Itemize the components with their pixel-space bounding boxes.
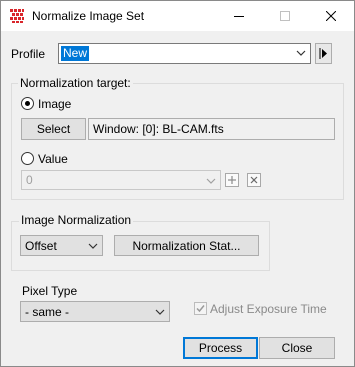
normalization-method-value: Offset: [25, 238, 57, 253]
play-arrow-icon: [319, 48, 327, 59]
value-radio[interactable]: [21, 152, 34, 165]
chevron-down-icon: [206, 178, 216, 184]
close-icon: [326, 11, 336, 21]
process-button[interactable]: Process: [183, 337, 258, 359]
select-button[interactable]: Select: [21, 118, 86, 140]
value-combobox[interactable]: 0: [21, 170, 221, 190]
chevron-down-icon: [155, 309, 165, 315]
pixel-type-dropdown[interactable]: - same -: [20, 301, 170, 322]
profile-value[interactable]: New: [61, 46, 90, 61]
dialog-window: Normalize Image Set Profile New Normaliz…: [0, 0, 355, 367]
image-radio-label[interactable]: Image: [38, 97, 71, 111]
window-source-field: Window: [0]: BL-CAM.fts: [88, 118, 335, 140]
image-normalization-label: Image Normalization: [19, 213, 134, 227]
chevron-down-icon: [296, 50, 306, 56]
plus-icon: [228, 176, 236, 184]
checkmark-icon: [196, 305, 205, 313]
close-button[interactable]: Close: [259, 337, 335, 359]
remove-value-button[interactable]: [247, 173, 261, 187]
minimize-button[interactable]: [216, 1, 262, 31]
title-bar[interactable]: Normalize Image Set: [1, 1, 354, 31]
pixel-type-label: Pixel Type: [22, 284, 78, 298]
app-logo-icon: [9, 8, 25, 24]
profile-combobox[interactable]: New: [58, 43, 311, 64]
adjust-exposure-label[interactable]: Adjust Exposure Time: [210, 302, 327, 316]
minimize-icon: [234, 16, 244, 17]
window-title: Normalize Image Set: [32, 9, 145, 23]
maximize-icon: [280, 11, 290, 21]
maximize-button[interactable]: [262, 1, 308, 31]
normalization-stats-button[interactable]: Normalization Stat...: [114, 235, 259, 256]
select-button-label: Select: [36, 122, 71, 136]
pixel-type-value: - same -: [25, 304, 70, 319]
process-button-label: Process: [198, 341, 243, 355]
close-icon: [250, 176, 258, 184]
normalization-stats-label: Normalization Stat...: [132, 238, 241, 253]
profile-label: Profile: [11, 47, 46, 61]
normalization-method-dropdown[interactable]: Offset: [20, 235, 103, 256]
adjust-exposure-checkbox[interactable]: [194, 302, 207, 315]
image-radio[interactable]: [21, 97, 34, 110]
value-field-text: 0: [26, 173, 33, 187]
value-radio-label[interactable]: Value: [38, 152, 68, 166]
window-source-text: Window: [0]: BL-CAM.fts: [93, 122, 224, 136]
normalization-target-label: Normalization target:: [18, 76, 133, 90]
add-value-button[interactable]: [225, 173, 239, 187]
close-button-label: Close: [281, 341, 313, 355]
chevron-down-icon: [88, 243, 98, 249]
profile-menu-button[interactable]: [315, 43, 332, 64]
close-window-button[interactable]: [308, 1, 354, 31]
